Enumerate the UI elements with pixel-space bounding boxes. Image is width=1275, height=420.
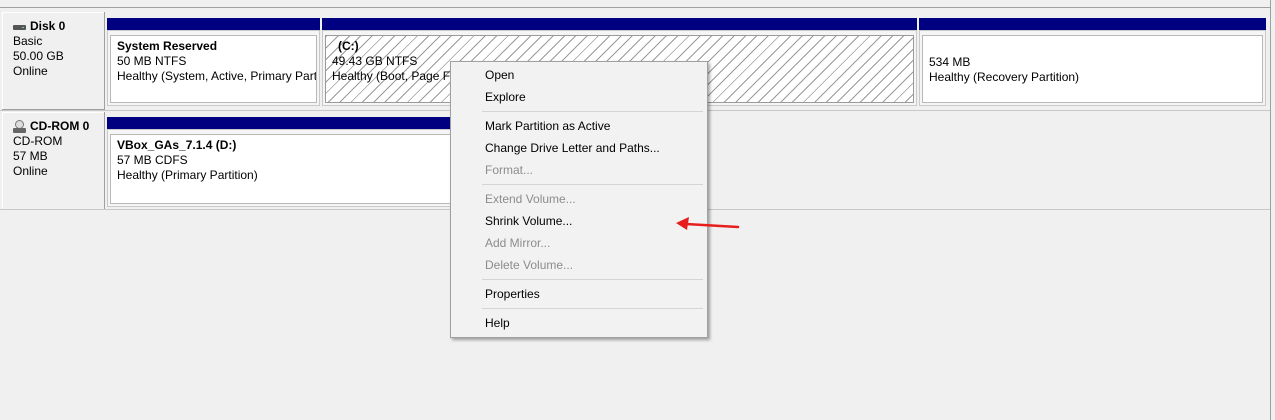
disk-0-label[interactable]: Disk 0 Basic 50.00 GB Online [2, 12, 105, 110]
volume-vbox-d-drive[interactable]: VBox_GAs_7.1.4 (D:) 57 MB CDFS Healthy (… [107, 129, 457, 207]
cd-rom-0-status: Online [13, 164, 48, 178]
menu-item-format[interactable]: Format... [453, 159, 705, 181]
menu-item-help[interactable]: Help [453, 312, 705, 334]
menu-item-mark-active[interactable]: Mark Partition as Active [453, 115, 705, 137]
cd-rom-icon [13, 119, 27, 134]
volume-status: Healthy (Recovery Partition) [929, 70, 1080, 84]
disk-0-type: Basic [13, 34, 43, 48]
disk-0-size: 50.00 GB [13, 49, 64, 63]
cd-rom-0-name: CD-ROM 0 [30, 119, 90, 133]
volume-size-fs: 57 MB CDFS [117, 153, 188, 167]
cd-rom-0-title-row: CD-ROM 0 [13, 119, 104, 134]
menu-item-extend-volume[interactable]: Extend Volume... [453, 188, 705, 210]
volume-status: Healthy (System, Active, Primary Partiti [117, 69, 317, 83]
disk-0-name: Disk 0 [30, 19, 66, 33]
volume-header-system-reserved [107, 18, 320, 30]
volume-status: Healthy (Primary Partition) [117, 168, 258, 182]
volume-recovery[interactable]: 534 MB Healthy (Recovery Partition) [919, 30, 1266, 106]
menu-separator [482, 308, 703, 309]
menu-separator [482, 184, 703, 185]
cd-rom-0-size: 57 MB [13, 149, 48, 163]
red-arrow-icon [676, 217, 740, 230]
menu-item-properties[interactable]: Properties [453, 283, 705, 305]
menu-item-delete-volume[interactable]: Delete Volume... [453, 254, 705, 276]
context-menu: Open Explore Mark Partition as Active Ch… [450, 61, 708, 338]
disk-0-title-row: Disk 0 [13, 19, 104, 34]
volume-header-c [322, 18, 917, 30]
volume-header-recovery [919, 18, 1266, 30]
top-pane-border [0, 0, 1270, 8]
volume-title: System Reserved [117, 39, 218, 53]
menu-item-open[interactable]: Open [453, 64, 705, 86]
menu-separator [482, 279, 703, 280]
menu-item-shrink-volume[interactable]: Shrink Volume... [453, 210, 705, 232]
volume-system-reserved[interactable]: System Reserved 50 MB NTFS Healthy (Syst… [107, 30, 320, 106]
cd-rom-0-label[interactable]: CD-ROM 0 CD-ROM 57 MB Online [2, 112, 105, 210]
menu-item-change-drive-letter[interactable]: Change Drive Letter and Paths... [453, 137, 705, 159]
menu-separator [482, 111, 703, 112]
volume-header-vbox [107, 117, 457, 129]
right-pane-border [1270, 0, 1271, 420]
volume-title: VBox_GAs_7.1.4 (D:) [117, 138, 237, 152]
hard-disk-icon [13, 22, 27, 32]
volume-size-fs: 534 MB [929, 55, 971, 69]
disk-0-status: Online [13, 64, 48, 78]
menu-item-add-mirror[interactable]: Add Mirror... [453, 232, 705, 254]
cd-rom-0-type: CD-ROM [13, 134, 63, 148]
menu-item-explore[interactable]: Explore [453, 86, 705, 108]
volume-size-fs: 50 MB NTFS [117, 54, 187, 68]
volume-title: (C:) [338, 39, 359, 53]
